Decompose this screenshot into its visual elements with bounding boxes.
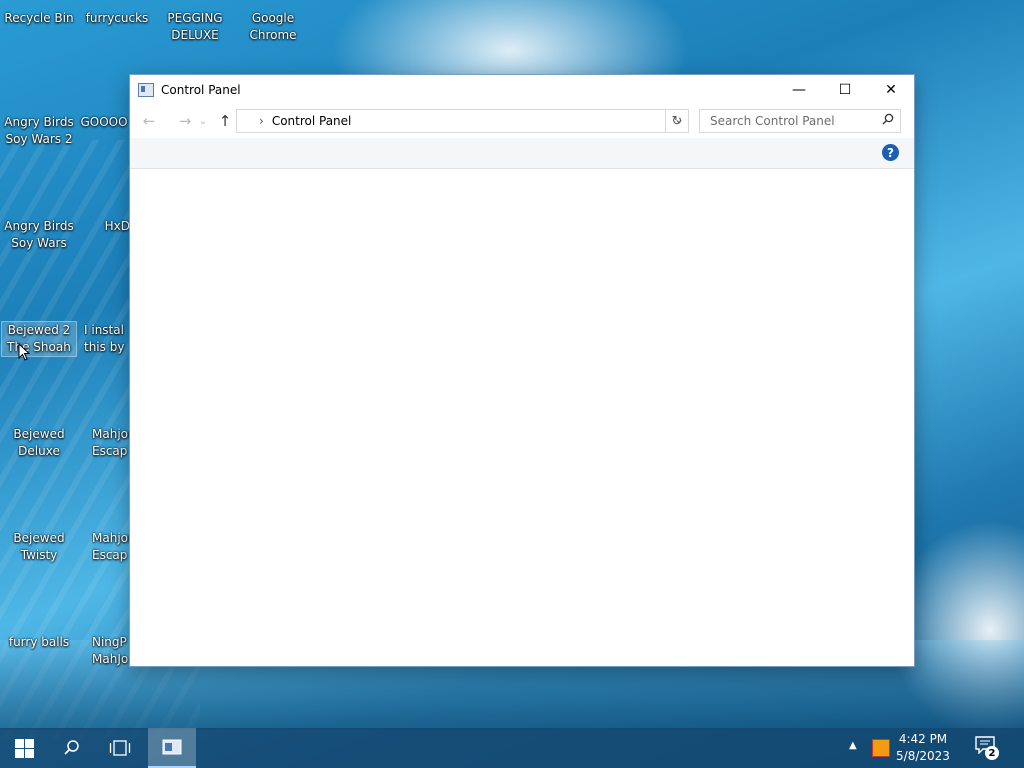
window-title: Control Panel	[161, 82, 241, 97]
navigation-bar: ← → ⌄ ↑ › Control Panel ⌄ ↻	[130, 104, 914, 138]
windows-logo-icon	[14, 738, 34, 758]
desktop-icon-pegging-deluxe[interactable]: PEGGING DELUXE	[156, 10, 234, 44]
command-bar: ?	[130, 138, 914, 169]
desktop-icon-ningpo-mahjong[interactable]: NingP MahJo	[92, 634, 130, 668]
recent-locations-button[interactable]: ⌄	[197, 109, 209, 133]
search-taskbar-button[interactable]	[48, 728, 96, 768]
desktop-icon-bejewed-2-the-shoah[interactable]: Bejewed 2 The Shoah	[1, 321, 77, 357]
show-hidden-icons-button[interactable]: ▲	[849, 740, 857, 751]
desktop-icon-angry-birds-soy-wars-2[interactable]: Angry Birds Soy Wars 2	[0, 114, 78, 148]
clock[interactable]: 4:42 PM 5/8/2023	[888, 731, 958, 765]
breadcrumb-chevron-icon[interactable]: ›	[259, 114, 264, 128]
breadcrumb-control-panel[interactable]: Control Panel	[272, 114, 352, 128]
action-center-button[interactable]: 2	[975, 736, 999, 760]
control-panel-app-icon	[138, 82, 154, 97]
search-icon[interactable]	[882, 113, 894, 128]
search-box[interactable]	[699, 109, 901, 133]
refresh-button[interactable]: ↻	[665, 109, 689, 133]
task-view-button[interactable]	[96, 728, 144, 768]
control-panel-window: Control Panel — ☐ ✕ ← → ⌄ ↑ › Control Pa…	[130, 75, 914, 666]
maximize-button[interactable]: ☐	[822, 75, 868, 104]
desktop-icon-bejewed-deluxe[interactable]: Bejewed Deluxe	[0, 426, 78, 460]
desktop-icon-bejewed-twisty[interactable]: Bejewed Twisty	[0, 530, 78, 564]
desktop-icon-google-chrome[interactable]: Google Chrome	[234, 10, 312, 44]
up-button[interactable]: ↑	[213, 109, 237, 133]
content-area	[130, 169, 914, 666]
close-button[interactable]: ✕	[868, 75, 914, 104]
taskbar-control-panel[interactable]	[148, 728, 196, 768]
clock-date: 5/8/2023	[896, 749, 950, 763]
search-icon	[64, 740, 79, 755]
desktop-icon-mahjong-escape-2[interactable]: Mahjor Escap	[92, 530, 130, 564]
back-button[interactable]: ←	[137, 109, 161, 133]
task-view-icon	[109, 740, 131, 756]
address-bar[interactable]: › Control Panel ⌄	[236, 109, 689, 133]
forward-button[interactable]: →	[173, 109, 197, 133]
clock-time: 4:42 PM	[898, 732, 948, 746]
desktop-icon-furry-balls[interactable]: furry balls	[0, 634, 78, 651]
minimize-button[interactable]: —	[776, 75, 822, 104]
help-icon[interactable]: ?	[882, 144, 899, 161]
search-input[interactable]	[708, 113, 872, 129]
desktop-icon-furrycucks[interactable]: furrycucks	[78, 10, 156, 27]
desktop-icon-recycle-bin[interactable]: Recycle Bin	[0, 10, 78, 27]
control-panel-icon	[162, 739, 182, 755]
start-button[interactable]	[0, 728, 48, 768]
desktop-icon-i-instal-this-by[interactable]: I instal this by	[84, 322, 130, 356]
notification-count-badge: 2	[985, 746, 999, 760]
desktop-icon-goooo[interactable]: GOOOO	[78, 114, 130, 131]
window-titlebar[interactable]: Control Panel — ☐ ✕	[130, 75, 914, 104]
desktop-icon-hxd[interactable]: HxD	[78, 218, 130, 235]
taskbar: ▲ 4:42 PM 5/8/2023 2	[0, 728, 1024, 768]
desktop-icon-mahjong-escape-1[interactable]: Mahjor Escap	[92, 426, 130, 460]
desktop-icon-angry-birds-soy-wars[interactable]: Angry Birds Soy Wars	[0, 218, 78, 252]
